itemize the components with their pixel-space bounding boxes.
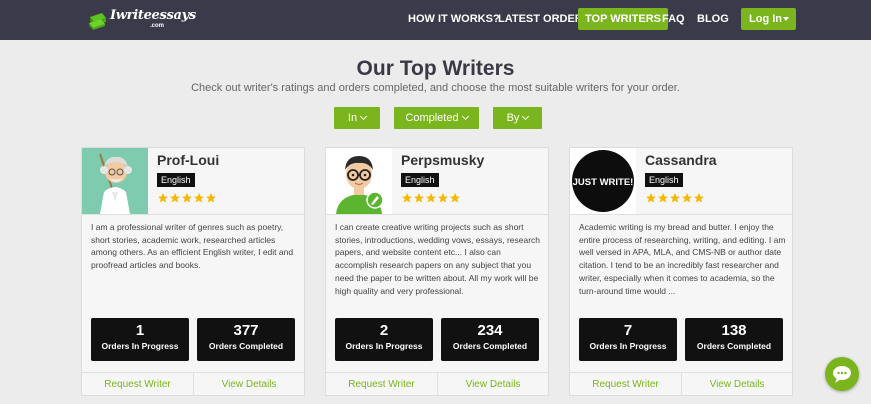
- card-actions: Request Writer View Details: [82, 372, 304, 396]
- card-actions: Request Writer View Details: [326, 372, 548, 396]
- writer-avatar: [326, 148, 392, 214]
- writer-avatar: JUST WRITE!: [570, 148, 636, 214]
- orders-in-progress-label: Orders In Progress: [345, 341, 423, 351]
- rating-stars: [157, 191, 217, 203]
- orders-in-progress-count: 7: [623, 322, 633, 339]
- orders-completed-count: 234: [477, 322, 503, 339]
- page-title: Our Top Writers: [356, 57, 515, 80]
- orders-in-progress-box: 1 Orders In Progress: [91, 318, 189, 361]
- star-icon: [646, 193, 656, 203]
- star-icon: [182, 193, 192, 203]
- books-icon: [89, 13, 106, 30]
- orders-in-progress-count: 2: [379, 322, 389, 339]
- filter-in-label: In: [347, 112, 358, 124]
- star-icon: [682, 193, 692, 203]
- login-label: Log In: [749, 13, 782, 25]
- writer-avatar: [82, 148, 148, 214]
- star-icon: [450, 193, 460, 203]
- rating-stars: [645, 191, 705, 203]
- writer-name[interactable]: Prof-Loui: [157, 152, 219, 168]
- view-details-button[interactable]: View Details: [681, 373, 792, 396]
- star-icon: [438, 193, 448, 203]
- view-details-button[interactable]: View Details: [437, 373, 548, 396]
- nav-blog[interactable]: BLOG: [690, 8, 736, 30]
- card-actions: Request Writer View Details: [570, 372, 792, 396]
- divider: [326, 214, 548, 215]
- writer-bio: I can create creative writing projects s…: [335, 222, 541, 296]
- chevron-down-icon: [360, 112, 368, 121]
- writer-avatar-icon: [326, 148, 392, 214]
- professor-avatar-icon: [82, 148, 148, 214]
- language-badge: English: [645, 173, 683, 187]
- orders-completed-box: 234 Orders Completed: [441, 318, 539, 361]
- avatar-text: JUST WRITE!: [573, 177, 634, 188]
- chevron-down-icon: [461, 112, 469, 121]
- star-icon: [402, 193, 412, 203]
- star-icon: [414, 193, 424, 203]
- orders-completed-box: 138 Orders Completed: [685, 318, 783, 361]
- orders-in-progress-box: 2 Orders In Progress: [335, 318, 433, 361]
- site-logo[interactable]: Iwriteessays .com: [88, 6, 196, 34]
- filter-completed-label: Completed: [405, 112, 459, 124]
- writer-card: JUST WRITE! Cassandra English Academic w…: [569, 147, 793, 396]
- chevron-down-icon: [522, 112, 530, 121]
- star-icon: [426, 193, 436, 203]
- orders-completed-count: 377: [233, 322, 259, 339]
- star-icon: [206, 193, 216, 203]
- star-icon: [694, 193, 704, 203]
- star-icon: [670, 193, 680, 203]
- view-details-button[interactable]: View Details: [193, 373, 304, 396]
- top-navbar: Iwriteessays .com HOW IT WORKS? LATEST O…: [0, 0, 871, 40]
- star-icon: [170, 193, 180, 203]
- chat-bubble-icon: [833, 366, 851, 383]
- page-subtitle: Check out writer's ratings and orders co…: [191, 82, 680, 94]
- writer-bio: I am a professional writer of genres suc…: [91, 222, 294, 271]
- rating-stars: [401, 191, 461, 203]
- star-icon: [658, 193, 668, 203]
- logo-text: Iwriteessays: [110, 8, 196, 23]
- filter-in-dropdown[interactable]: In: [334, 107, 380, 129]
- filter-by-label: By: [506, 112, 520, 124]
- nav-faq[interactable]: FAQ: [655, 8, 692, 30]
- orders-completed-label: Orders Completed: [696, 341, 772, 351]
- orders-in-progress-label: Orders In Progress: [101, 341, 179, 351]
- orders-completed-box: 377 Orders Completed: [197, 318, 295, 361]
- language-badge: English: [157, 173, 195, 187]
- logo-domain: .com: [150, 23, 165, 29]
- chat-button[interactable]: [825, 357, 859, 391]
- filter-by-dropdown[interactable]: By: [493, 107, 542, 129]
- divider: [82, 214, 304, 215]
- just-write-avatar-icon: JUST WRITE!: [570, 148, 636, 214]
- star-icon: [158, 193, 168, 203]
- star-icon: [194, 193, 204, 203]
- writer-name[interactable]: Cassandra: [645, 152, 717, 168]
- orders-completed-label: Orders Completed: [208, 341, 284, 351]
- divider: [570, 214, 792, 215]
- request-writer-button[interactable]: Request Writer: [570, 373, 681, 396]
- caret-down-icon: [783, 17, 789, 21]
- writer-card: Prof-Loui English I am a professional wr…: [81, 147, 305, 396]
- writer-bio: Academic writing is my bread and butter.…: [579, 222, 786, 296]
- orders-in-progress-label: Orders In Progress: [589, 341, 667, 351]
- request-writer-button[interactable]: Request Writer: [326, 373, 437, 396]
- filter-completed-dropdown[interactable]: Completed: [394, 107, 479, 129]
- login-button[interactable]: Log In: [741, 8, 796, 30]
- orders-completed-label: Orders Completed: [452, 341, 528, 351]
- orders-in-progress-box: 7 Orders In Progress: [579, 318, 677, 361]
- writer-card: Perpsmusky English I can create creative…: [325, 147, 549, 396]
- language-badge: English: [401, 173, 439, 187]
- writer-name[interactable]: Perpsmusky: [401, 152, 484, 168]
- orders-completed-count: 138: [721, 322, 747, 339]
- orders-in-progress-count: 1: [135, 322, 145, 339]
- request-writer-button[interactable]: Request Writer: [82, 373, 193, 396]
